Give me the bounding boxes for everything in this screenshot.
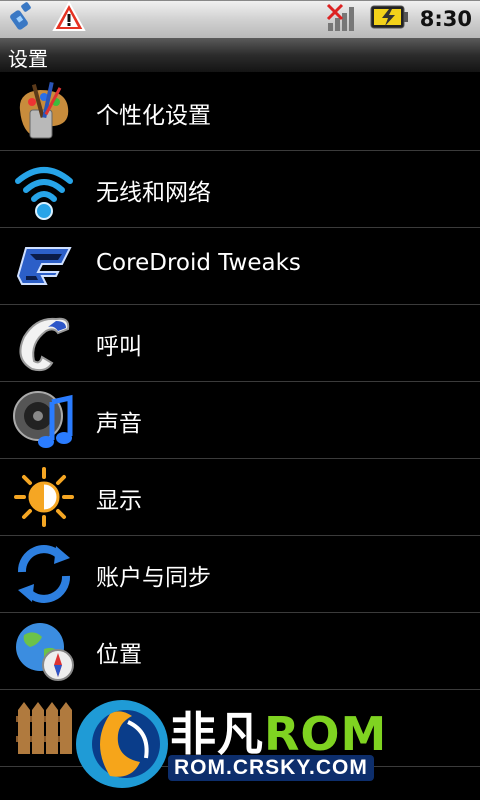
crsky-logo-icon [76, 700, 168, 788]
brightness-icon [12, 465, 76, 529]
settings-item-label: 声音 [96, 411, 142, 437]
settings-item-label: 呼叫 [96, 334, 142, 360]
settings-item-label: 显示 [96, 488, 142, 514]
watermark-logo: 非凡ROM ROM.CRSKY.COM [70, 692, 480, 792]
warning-icon [52, 0, 86, 37]
watermark-brand-cn: 非凡 [170, 707, 264, 761]
settings-item-call[interactable]: 呼叫 [0, 305, 480, 382]
globe-compass-icon [12, 619, 76, 683]
phone-handset-icon [12, 311, 76, 375]
title-bar: 设置 [0, 38, 480, 74]
settings-item-label: 位置 [96, 642, 142, 668]
settings-item-label: 个性化设置 [96, 103, 211, 129]
sync-icon [12, 542, 76, 606]
settings-item-label: 账户与同步 [96, 565, 211, 591]
status-bar: 8:30 [0, 0, 480, 38]
speaker-music-icon [12, 388, 76, 452]
personalization-icon [12, 80, 76, 144]
settings-item-label: CoreDroid Tweaks [96, 250, 301, 276]
battery-charging-icon [370, 2, 410, 36]
no-signal-icon [326, 1, 360, 37]
settings-item-wireless[interactable]: 无线和网络 [0, 151, 480, 228]
usb-debug-icon [8, 1, 42, 37]
settings-item-personalization[interactable]: 个性化设置 [0, 74, 480, 151]
fence-icon [12, 696, 76, 760]
wifi-icon [12, 157, 76, 221]
settings-item-coredroid[interactable]: CoreDroid Tweaks [0, 228, 480, 305]
settings-item-sound[interactable]: 声音 [0, 382, 480, 459]
coredroid-icon [12, 234, 76, 298]
settings-item-label: 无线和网络 [96, 180, 211, 206]
settings-item-accounts-sync[interactable]: 账户与同步 [0, 536, 480, 613]
watermark-brand-rom: ROM [264, 707, 388, 761]
settings-list: 个性化设置 无线和网络 CoreDroid Tweaks 呼叫 声音 显示 账户… [0, 74, 480, 767]
settings-item-display[interactable]: 显示 [0, 459, 480, 536]
settings-item-location[interactable]: 位置 [0, 613, 480, 690]
watermark-url: ROM.CRSKY.COM [168, 755, 374, 781]
clock-time: 8:30 [419, 7, 472, 31]
page-title: 设置 [8, 47, 48, 71]
